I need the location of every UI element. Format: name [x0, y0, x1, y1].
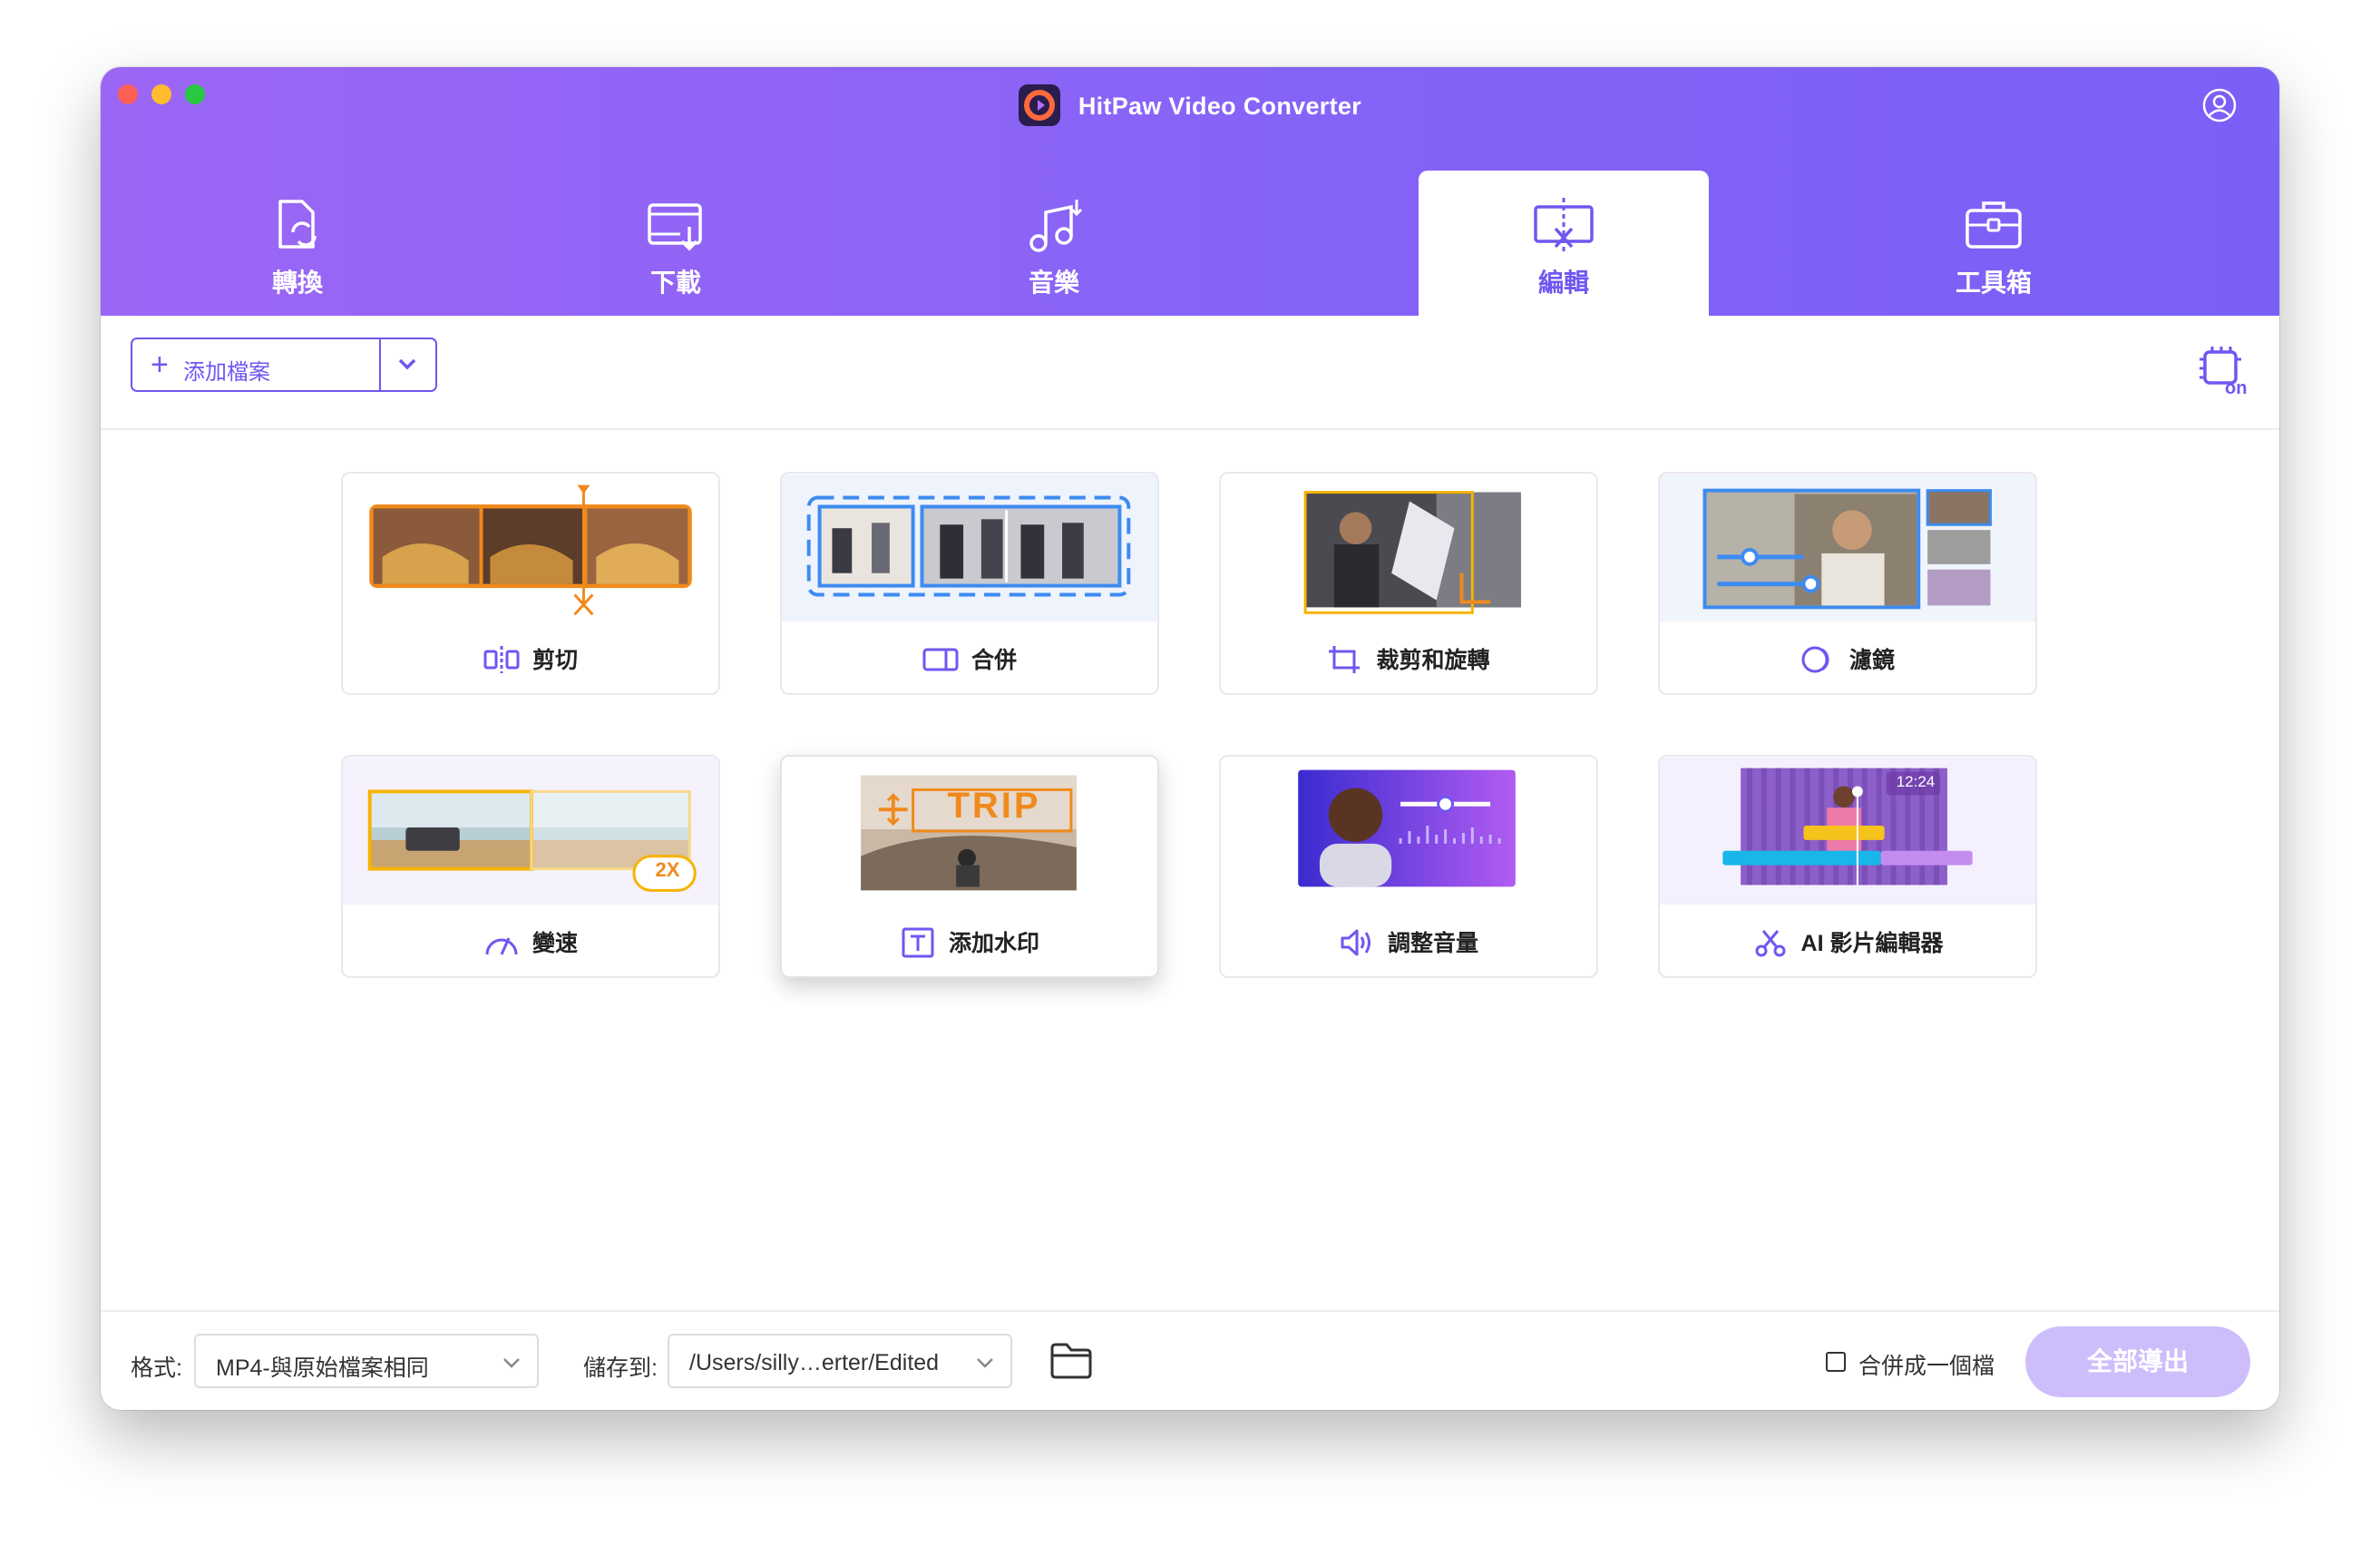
volume-thumbnail [1221, 757, 1596, 905]
tool-card-speed[interactable]: 2X 變速 [341, 755, 720, 978]
tool-card-watermark[interactable]: TRIP 添加水印 [780, 755, 1159, 978]
hardware-acceleration-icon[interactable]: on [2196, 343, 2248, 396]
ai-editor-thumbnail [1660, 757, 2035, 905]
tool-label: 變速 [343, 925, 718, 960]
merge-icon [922, 648, 959, 671]
format-value: MP4-與原始檔案相同 [216, 1355, 429, 1381]
watermark-icon [902, 927, 934, 958]
divider [379, 339, 381, 390]
volume-icon [1341, 929, 1370, 956]
tab-convert[interactable]: 轉換 [152, 171, 443, 316]
header: HitPaw Video Converter 轉換 下載 音樂 編輯 工具箱 [101, 67, 2279, 316]
chevron-down-icon [977, 1358, 993, 1368]
save-to-label: 儲存到: [583, 1355, 658, 1381]
ai-editor-icon [1755, 930, 1786, 957]
tool-card-volume[interactable]: 調整音量 [1219, 755, 1598, 978]
tool-card-merge[interactable]: 合併 [780, 472, 1159, 695]
toolbox-icon [1965, 201, 2022, 249]
export-all-button[interactable]: 全部導出 [2025, 1326, 2250, 1397]
cut-icon [483, 646, 520, 674]
merge-label[interactable]: 合併成一個檔 [1858, 1348, 1995, 1381]
folder-icon[interactable] [1049, 1339, 1094, 1381]
tool-label: 調整音量 [1221, 925, 1596, 960]
tab-download[interactable]: 下載 [531, 171, 821, 316]
account-icon[interactable] [2201, 87, 2238, 123]
crop-thumbnail [1221, 474, 1596, 622]
tool-card-ai-editor[interactable]: 12:24 AI 影片編輯器 [1658, 755, 2037, 978]
format-label: 格式: [131, 1355, 182, 1381]
add-file-label: 添加檔案 [183, 360, 270, 385]
tool-label: 添加水印 [782, 925, 1157, 960]
timestamp: 12:24 [1896, 773, 1936, 790]
add-file-button[interactable]: + 添加檔案 [131, 338, 437, 392]
tab-edit[interactable]: 編輯 [1419, 171, 1709, 316]
toolbar: + 添加檔案 on [101, 316, 2279, 430]
speed-icon [485, 937, 518, 955]
filter-thumbnail [1660, 474, 2035, 622]
tab-music[interactable]: 音樂 [909, 171, 1199, 316]
app-logo-icon [1019, 84, 1060, 126]
main-tabs: 轉換 下載 音樂 編輯 工具箱 [101, 171, 2279, 316]
tool-card-filter[interactable]: 濾鏡 [1658, 472, 2037, 695]
tool-card-crop-rotate[interactable]: 裁剪和旋轉 [1219, 472, 1598, 695]
cut-thumbnail [343, 474, 718, 622]
crop-rotate-icon [1329, 646, 1361, 674]
filter-icon [1801, 646, 1829, 673]
speed-badge: 2X [655, 858, 680, 881]
tool-label: 剪切 [343, 642, 718, 677]
save-path-select[interactable]: /Users/silly…erter/Edited [668, 1334, 1012, 1388]
speed-thumbnail [343, 757, 718, 905]
plus-icon: + [151, 347, 169, 382]
chevron-down-icon[interactable] [395, 352, 419, 376]
tab-toolbox[interactable]: 工具箱 [1848, 171, 2139, 316]
convert-icon [278, 200, 317, 249]
tool-label: 合併 [782, 642, 1157, 677]
app-title-bar: HitPaw Video Converter [101, 84, 2279, 129]
edit-icon [1534, 198, 1594, 254]
tool-label: 裁剪和旋轉 [1221, 642, 1596, 677]
tool-label: AI 影片編輯器 [1660, 925, 2035, 960]
music-icon [1029, 200, 1083, 252]
app-title: HitPaw Video Converter [1078, 93, 1361, 121]
tool-label: 濾鏡 [1660, 642, 2035, 677]
watermark-thumbnail [782, 757, 1157, 905]
merge-checkbox[interactable] [1826, 1352, 1846, 1372]
chevron-down-icon [503, 1358, 520, 1368]
app-window: HitPaw Video Converter 轉換 下載 音樂 編輯 工具箱 +… [101, 67, 2279, 1410]
watermark-text: TRIP [947, 786, 1041, 826]
merge-thumbnail [782, 474, 1157, 622]
svg-text:on: on [2225, 378, 2247, 396]
format-select[interactable]: MP4-與原始檔案相同 [194, 1334, 539, 1388]
tool-card-cut[interactable]: 剪切 [341, 472, 720, 695]
save-path-value: /Users/silly…erter/Edited [689, 1350, 940, 1375]
download-icon [648, 203, 702, 251]
footer-bar: 格式: MP4-與原始檔案相同 儲存到: /Users/silly…erter/… [101, 1310, 2279, 1410]
